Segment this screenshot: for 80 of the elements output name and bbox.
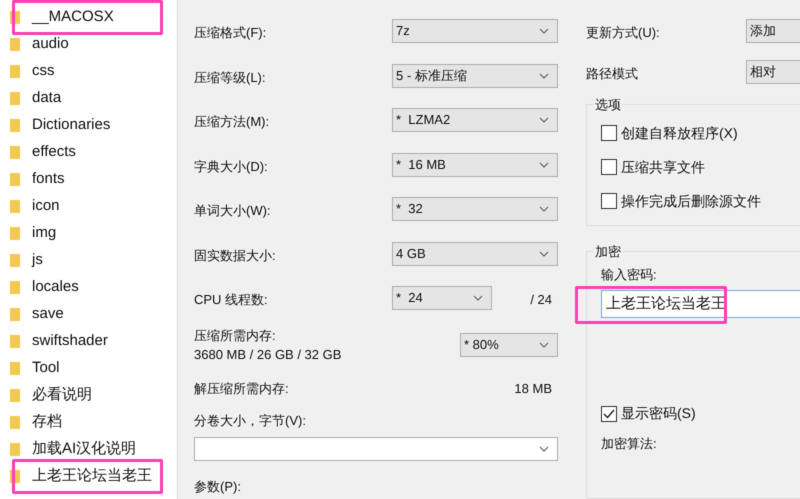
chevron-down-icon [539,72,549,78]
dropdown[interactable]: 4 GB [392,242,558,266]
folder-name[interactable]: fonts [32,168,65,191]
dropdown[interactable]: * LZMA2 [392,108,558,132]
chevron-down-icon [539,162,549,168]
folder-icon [10,145,20,160]
setting-label: 单词大小(W): [194,202,272,220]
folder-name[interactable]: swiftshader [32,330,108,353]
folder-icon [10,118,20,133]
folder-icon [10,415,20,430]
decompress-memory-reading: 18 MB [514,380,552,398]
password-field[interactable]: 上老王论坛当老王 [601,290,800,318]
folder-icon [10,172,20,187]
folder-icon [10,442,20,457]
chevron-down-icon [539,206,549,212]
dropdown[interactable]: 7z [392,19,558,43]
folder-name[interactable]: 存档 [32,411,62,434]
checkbox-label: 压缩共享文件 [621,158,705,177]
folder-name[interactable]: audio [32,33,69,56]
setting-label: 压缩格式(F): [194,24,268,42]
dropdown[interactable]: * 16 MB [392,152,558,176]
folder-name[interactable]: icon [32,195,60,218]
encryption-method-label: 加密算法: [601,434,658,453]
folder-icon [10,307,20,322]
update-mode-label: 更新方式(U): [586,24,661,42]
chevron-down-icon [539,28,549,34]
chevron-down-icon [539,117,549,123]
folder-icon [10,361,20,376]
memory-label: 压缩所需内存: [194,326,277,344]
checkbox[interactable] [601,125,617,142]
setting-label: CPU 线程数: [194,291,269,309]
setting-label: 固实数据大小: [194,246,277,264]
folder-name[interactable]: css [32,60,54,83]
folder-name[interactable]: img [32,222,56,245]
folder-icon [10,334,20,349]
folder-name[interactable]: save [32,303,64,326]
setting-label: 压缩等级(L): [194,68,266,87]
folder-icon [10,388,20,403]
folder-name[interactable]: locales [32,276,79,299]
folder-name[interactable]: 必看说明 [32,384,92,407]
decompress-memory-label: 解压缩所需内存: [194,380,289,398]
chevron-down-icon [539,342,549,348]
checkbox[interactable] [601,159,617,176]
volume-label: 分卷大小，字节(V): [194,412,307,430]
dropdown[interactable]: * 24 [392,286,492,310]
folder-name[interactable]: Dictionaries [32,114,110,137]
folder-name[interactable]: __MACOSX [32,6,114,29]
checkbox-label: 操作完成后删除源文件 [621,192,761,211]
folder-icon [10,253,20,268]
dropdown[interactable]: 5 - 标准压缩 [392,64,558,88]
folder-icon [10,37,20,52]
chevron-down-icon [539,446,549,452]
memory-reading: 3680 MB / 26 GB / 32 GB [194,346,342,364]
folder-icon [10,91,20,106]
folder-name[interactable]: effects [32,141,76,164]
chevron-down-icon [539,250,549,256]
folder-name[interactable]: data [32,87,62,110]
setting-label: 字典大小(D): [194,158,269,176]
dropdown[interactable]: * 80% [460,333,558,357]
dropdown[interactable]: * 32 [392,197,558,221]
folder-icon [10,280,20,295]
path-mode-label: 路径模式 [586,64,639,83]
chevron-down-icon [473,295,483,301]
folder-icon [10,226,20,241]
folder-icon [10,199,20,214]
folder-name[interactable]: Tool [32,357,60,380]
folder-name[interactable]: js [32,249,43,272]
folder-icon [10,64,20,79]
dropdown[interactable]: 添加 [746,19,800,43]
thread-max: / 24 [530,291,552,309]
checkbox[interactable] [601,193,617,210]
checkbox-label: 创建自释放程序(X) [621,124,738,143]
folder-name[interactable]: 加载AI汉化说明 [32,438,136,461]
folder-name[interactable]: 上老王论坛当老王 [32,465,152,488]
password-label: 输入密码: [601,266,658,284]
dropdown[interactable]: 相对 [746,60,800,84]
checkbox[interactable] [601,406,617,422]
parameters-label: 参数(P): [194,478,242,496]
checkbox-label: 显示密码(S) [621,404,696,424]
setting-label: 压缩方法(M): [194,113,270,131]
